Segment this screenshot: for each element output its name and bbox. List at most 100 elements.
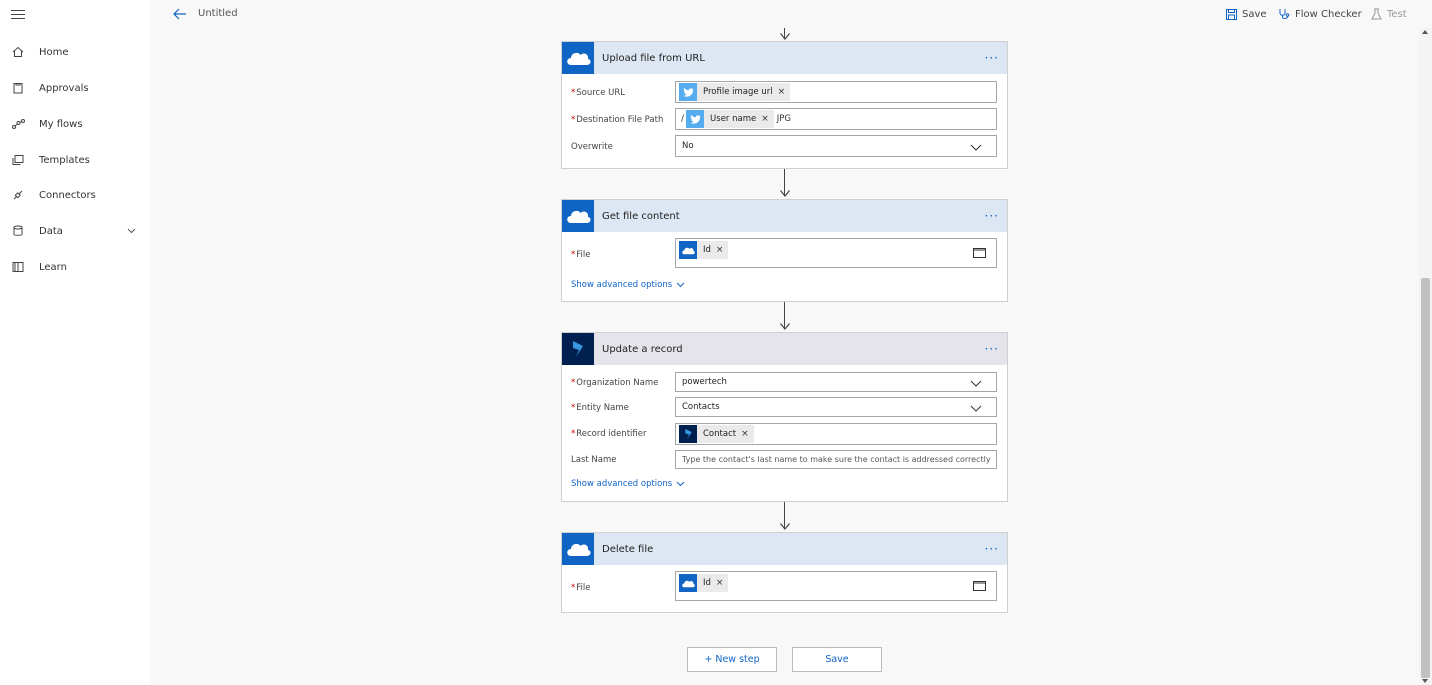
token-label: Profile image url: [703, 87, 773, 97]
more-options-icon[interactable]: ···: [985, 210, 999, 222]
sidebar-item-label: Approvals: [39, 82, 89, 94]
organization-select[interactable]: powertech: [675, 372, 997, 392]
source-url-label: *Source URL: [571, 88, 626, 98]
sidebar-item-label: Templates: [39, 154, 90, 166]
overwrite-label: Overwrite: [571, 142, 613, 152]
record-identifier-row: *Record identifier Contact ×: [562, 423, 1007, 445]
vertical-scrollbar[interactable]: [1419, 28, 1432, 685]
remove-token-icon[interactable]: ×: [716, 578, 724, 588]
overwrite-value: No: [682, 141, 694, 151]
dynamic-token[interactable]: Id ×: [679, 574, 729, 592]
show-advanced-options-link[interactable]: Show advanced options: [571, 479, 685, 489]
last-name-placeholder: Type the contact's last name to make sur…: [682, 455, 991, 464]
more-options-icon[interactable]: ···: [985, 52, 999, 64]
flows-icon: [11, 117, 25, 131]
sidebar-item-my-flows[interactable]: My flows: [0, 110, 150, 138]
stethoscope-icon: [1279, 9, 1290, 20]
overwrite-select[interactable]: No: [675, 135, 997, 157]
flow-title[interactable]: Untitled: [198, 8, 238, 19]
connectors-icon: [11, 188, 25, 202]
sidebar-item-templates[interactable]: Templates: [0, 146, 150, 174]
file-row: *File Id ×: [562, 571, 1007, 603]
source-url-input[interactable]: Profile image url ×: [675, 81, 997, 103]
onedrive-icon: [562, 200, 594, 232]
sidebar-item-approvals[interactable]: Approvals: [0, 74, 150, 102]
chevron-down-icon: [127, 226, 136, 237]
sidebar-item-label: Connectors: [39, 189, 96, 201]
more-options-icon[interactable]: ···: [985, 543, 999, 555]
dynamics-icon: [679, 425, 697, 443]
destination-path-label: *Destination File Path: [571, 115, 664, 125]
hamburger-icon[interactable]: [11, 10, 25, 22]
test-button[interactable]: Test: [1371, 6, 1407, 22]
more-options-icon[interactable]: ···: [985, 343, 999, 355]
record-identifier-input[interactable]: Contact ×: [675, 423, 997, 445]
onedrive-icon: [679, 574, 697, 592]
sidebar-item-data[interactable]: Data: [0, 217, 150, 245]
remove-token-icon[interactable]: ×: [778, 87, 786, 97]
sidebar-item-connectors[interactable]: Connectors: [0, 181, 150, 209]
arrow-down-icon: [779, 190, 790, 197]
remove-token-icon[interactable]: ×: [716, 245, 724, 255]
scroll-thumb[interactable]: [1421, 278, 1430, 678]
file-label: *File: [571, 250, 591, 260]
overwrite-row: Overwrite No: [562, 135, 1007, 159]
entity-label: *Entity Name: [571, 403, 629, 413]
card-header[interactable]: Update a record ···: [562, 333, 1007, 365]
save-icon: [1226, 8, 1237, 20]
home-icon: [11, 45, 25, 59]
dynamic-token[interactable]: Contact ×: [679, 425, 754, 443]
dynamic-token[interactable]: User name ×: [686, 110, 774, 128]
onedrive-icon: [679, 241, 697, 259]
approvals-icon: [11, 81, 25, 95]
file-input[interactable]: Id ×: [675, 238, 997, 268]
source-url-row: *Source URL Profile image url ×: [562, 81, 1007, 105]
entity-select[interactable]: Contacts: [675, 397, 997, 417]
folder-icon[interactable]: [973, 580, 986, 594]
arrow-down-icon: [779, 33, 790, 40]
scroll-down-icon[interactable]: [1422, 679, 1428, 683]
last-name-row: Last Name Type the contact's last name t…: [562, 450, 1007, 470]
update-record-card: Update a record ··· *Organization Name p…: [561, 332, 1008, 502]
card-header[interactable]: Delete file ···: [562, 533, 1007, 565]
onedrive-icon: [562, 533, 594, 565]
scroll-up-icon[interactable]: [1422, 30, 1428, 34]
save-button[interactable]: Save: [1226, 6, 1267, 22]
remove-token-icon[interactable]: ×: [741, 429, 749, 439]
upload-file-card: Upload file from URL ··· *Source URL Pro…: [561, 41, 1008, 169]
card-header[interactable]: Upload file from URL ···: [562, 42, 1007, 74]
entity-value: Contacts: [682, 402, 720, 412]
sidebar-item-label: Home: [39, 46, 69, 58]
show-advanced-options-link[interactable]: Show advanced options: [571, 280, 685, 290]
flow-checker-button[interactable]: Flow Checker: [1278, 6, 1362, 22]
card-title: Update a record: [602, 343, 683, 355]
new-step-button[interactable]: + New step: [687, 647, 777, 672]
test-label: Test: [1387, 8, 1407, 20]
remove-token-icon[interactable]: ×: [761, 114, 769, 124]
chevron-down-icon: [970, 379, 982, 390]
dynamics-icon: [562, 333, 594, 365]
twitter-icon: [679, 83, 697, 101]
token-label: User name: [710, 114, 757, 124]
file-row: *File Id ×: [562, 238, 1007, 270]
file-label: *File: [571, 583, 591, 593]
left-nav: Home Approvals My flows Templates Connec: [0, 0, 150, 685]
file-input[interactable]: Id ×: [675, 571, 997, 601]
get-file-content-card: Get file content ··· *File Id × Show adv…: [561, 199, 1008, 302]
onedrive-icon: [562, 42, 594, 74]
dynamic-token[interactable]: Id ×: [679, 241, 729, 259]
data-icon: [11, 224, 25, 238]
templates-icon: [11, 153, 25, 167]
card-header[interactable]: Get file content ···: [562, 200, 1007, 232]
save-label: Save: [1242, 8, 1267, 20]
sidebar-item-learn[interactable]: Learn: [0, 253, 150, 281]
sidebar-item-label: Data: [39, 225, 63, 237]
back-arrow-icon[interactable]: [172, 6, 188, 22]
last-name-input[interactable]: Type the contact's last name to make sur…: [675, 450, 997, 469]
destination-path-input[interactable]: / User name × JPG: [675, 108, 997, 130]
dynamic-token[interactable]: Profile image url ×: [679, 83, 791, 101]
sidebar-item-home[interactable]: Home: [0, 38, 150, 66]
folder-icon[interactable]: [973, 247, 986, 261]
save-flow-button[interactable]: Save: [792, 647, 882, 672]
learn-icon: [11, 260, 25, 274]
